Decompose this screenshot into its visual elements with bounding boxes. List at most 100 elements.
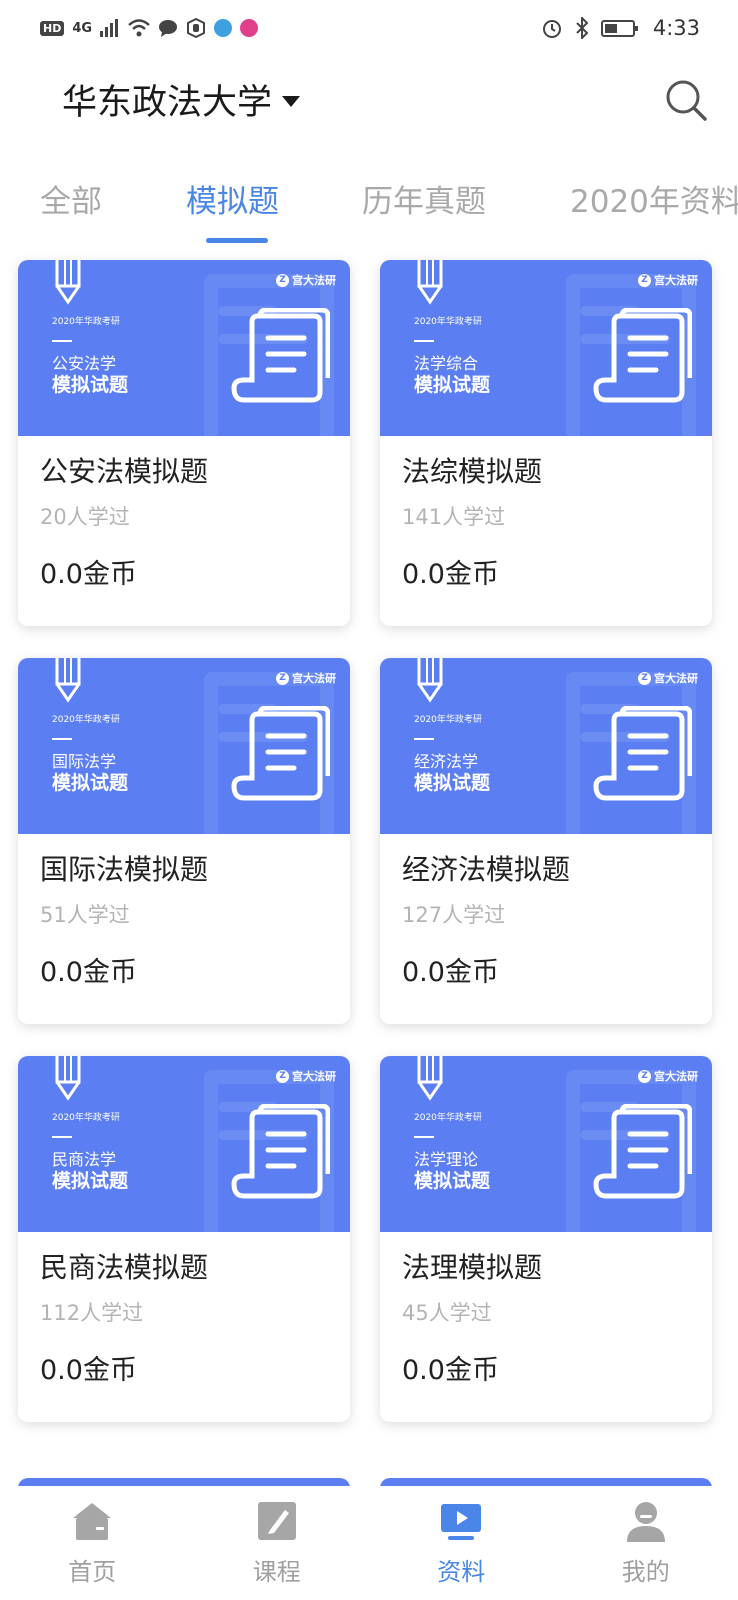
wifi-icon [128, 19, 150, 37]
document-scroll-icon [593, 1104, 692, 1199]
card-price: 0.0金币 [402, 1355, 499, 1386]
cover-divider [52, 1136, 72, 1138]
header: 华东政法大学 [0, 70, 738, 130]
hd-badge: HD [40, 20, 65, 36]
brand-logo: Z 宫大法研 [276, 272, 336, 288]
card-price: 0.0金币 [402, 957, 499, 988]
nav-profile[interactable]: 我的 [554, 1486, 738, 1600]
card-title: 民商法模拟题 [40, 1251, 209, 1284]
card-price: 0.0金币 [40, 957, 137, 988]
cover-year: 2020年华政考研 [414, 1113, 482, 1123]
material-card[interactable]: Z 宫大法研 2020年华政考研 公安法学 模拟试题 公安法模拟题 20人学过 … [18, 260, 350, 626]
pencil-icon [417, 260, 443, 305]
card-learner-count: 45人学过 [402, 1301, 492, 1325]
cover-year: 2020年华政考研 [52, 317, 120, 327]
document-scroll-icon [593, 706, 692, 801]
course-icon [257, 1502, 296, 1540]
nav-courses[interactable]: 课程 [185, 1486, 370, 1600]
cover-year: 2020年华政考研 [414, 715, 482, 725]
hand-icon [187, 18, 206, 38]
tab-bar: 全部 模拟题 历年真题 2020年资料 [0, 168, 738, 248]
cover-year: 2020年华政考研 [52, 1113, 120, 1123]
cover-title: 模拟试题 [414, 772, 491, 794]
brand-logo: Z 宫大法研 [638, 670, 698, 686]
cover-divider [414, 738, 434, 740]
pencil-icon [55, 1056, 81, 1101]
pencil-icon [55, 260, 81, 305]
card-price: 0.0金币 [40, 1355, 137, 1386]
home-icon [73, 1503, 112, 1540]
pencil-icon [55, 658, 81, 703]
card-price: 0.0金币 [40, 559, 137, 590]
signal-icon [100, 19, 119, 37]
cover-title: 模拟试题 [414, 374, 491, 396]
profile-icon [626, 1502, 665, 1542]
nav-profile-label: 我的 [621, 1558, 670, 1586]
card-title: 公安法模拟题 [40, 455, 209, 488]
material-card[interactable]: Z 宫大法研 2020年华政考研 法学理论 模拟试题 法理模拟题 45人学过 0… [380, 1056, 712, 1422]
clock: 4:33 [652, 16, 700, 40]
card-learner-count: 127人学过 [402, 903, 506, 927]
cover-title: 模拟试题 [414, 1170, 491, 1192]
nav-home[interactable]: 首页 [0, 1486, 185, 1600]
brand-mark-icon: Z [638, 273, 651, 287]
document-scroll-icon [231, 706, 330, 801]
school-selector[interactable]: 华东政法大学 [62, 74, 301, 125]
cover-divider [414, 340, 434, 342]
caret-down-icon [282, 96, 301, 107]
tab-all[interactable]: 全部 [40, 176, 102, 221]
material-card[interactable]: Z 宫大法研 2020年华政考研 法学综合 模拟试题 法综模拟题 141人学过 … [380, 260, 712, 626]
pencil-icon [417, 1056, 443, 1101]
bottom-nav: 首页 课程 资料 我的 [0, 1486, 738, 1600]
alarm-icon [542, 20, 561, 38]
network-label: 4G [72, 20, 93, 36]
material-card[interactable]: Z 宫大法研 2020年华政考研 民商法学 模拟试题 民商法模拟题 112人学过… [18, 1056, 350, 1422]
nav-courses-label: 课程 [252, 1558, 301, 1586]
card-title: 国际法模拟题 [40, 853, 209, 886]
brand-logo: Z 宫大法研 [638, 1068, 698, 1084]
materials-icon [441, 1504, 482, 1540]
material-card[interactable]: Z 宫大法研 2020年华政考研 经济法学 模拟试题 经济法模拟题 127人学过… [380, 658, 712, 1024]
cover-divider [414, 1136, 434, 1138]
nav-materials-label: 资料 [437, 1558, 486, 1586]
cover-divider [52, 738, 72, 740]
school-name: 华东政法大学 [62, 83, 273, 123]
document-scroll-icon [593, 308, 692, 403]
brand-name: 宫大法研 [292, 274, 336, 287]
status-left: HD 4G [40, 18, 259, 38]
bluetooth-icon [576, 17, 589, 39]
brand-logo: Z 宫大法研 [276, 670, 336, 686]
pencil-icon [417, 658, 443, 703]
app-notification-icon [240, 19, 259, 37]
tab-past-exams[interactable]: 历年真题 [362, 176, 486, 221]
cover-title: 模拟试题 [52, 772, 129, 794]
card-title: 法理模拟题 [402, 1251, 543, 1284]
cover-title: 模拟试题 [52, 1170, 129, 1192]
cover-title: 模拟试题 [52, 374, 129, 396]
card-learner-count: 20人学过 [40, 505, 130, 529]
nav-home-label: 首页 [68, 1558, 117, 1586]
material-card[interactable]: Z 宫大法研 2020年华政考研 国际法学 模拟试题 国际法模拟题 51人学过 … [18, 658, 350, 1024]
brand-name: 宫大法研 [654, 672, 698, 685]
card-learner-count: 112人学过 [40, 1301, 144, 1325]
brand-logo: Z 宫大法研 [276, 1068, 336, 1084]
nav-materials[interactable]: 资料 [369, 1486, 554, 1600]
status-right: 4:33 [541, 16, 700, 40]
cover-year: 2020年华政考研 [52, 715, 120, 725]
brand-mark-icon: Z [638, 1069, 651, 1083]
card-title: 法综模拟题 [402, 455, 543, 488]
card-learner-count: 51人学过 [40, 903, 130, 927]
brand-mark-icon: Z [276, 671, 289, 685]
brand-mark-icon: Z [638, 671, 651, 685]
tab-2020-materials[interactable]: 2020年资料 [570, 176, 738, 221]
tab-mock-exams[interactable]: 模拟题 [186, 176, 279, 221]
cover-divider [52, 340, 72, 342]
card-title: 经济法模拟题 [402, 853, 571, 886]
search-icon[interactable] [664, 78, 708, 122]
battery-icon [600, 19, 638, 37]
card-price: 0.0金币 [402, 559, 499, 590]
document-scroll-icon [231, 1104, 330, 1199]
brand-mark-icon: Z [276, 273, 289, 287]
card-cover: Z 宫大法研 2020年华政考研 经济法学 模拟试题 [380, 658, 712, 834]
app-notification-icon [214, 19, 233, 37]
